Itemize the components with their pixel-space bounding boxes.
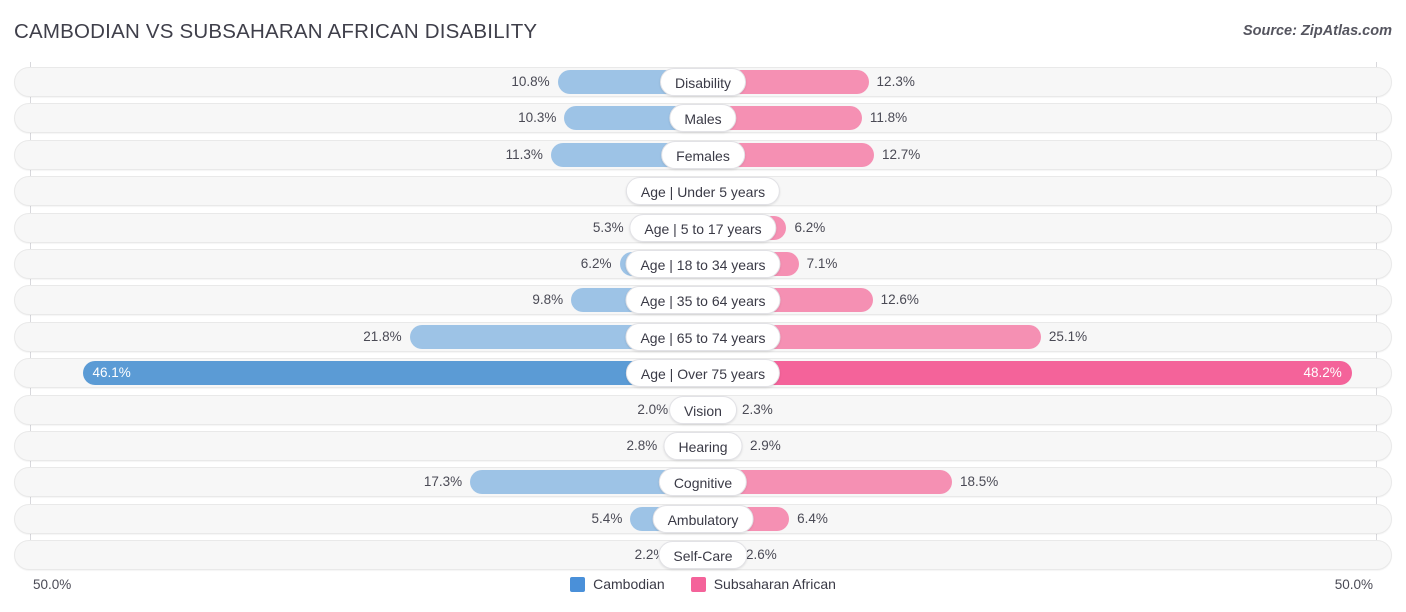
value-label-left: 10.3% [518, 110, 557, 126]
value-label-left: 11.3% [505, 146, 543, 162]
legend-label: Cambodian [593, 576, 665, 592]
value-label-left: 21.8% [363, 328, 402, 344]
chart-row: 2.0% 2.3% Vision [0, 394, 1406, 425]
legend-label: Subsaharan African [713, 576, 836, 592]
category-label-pill: Disability [659, 68, 747, 96]
value-label-right: 12.7% [881, 146, 921, 162]
value-label-right: 48.2% [1303, 365, 1342, 381]
chart-row: 11.3% 12.7% Females [0, 139, 1406, 170]
chart-row: 1.2%1.3%Age | Under 5 years [0, 176, 1406, 207]
chart-footer: 50.0% 50.0% Cambodian Subsaharan African [0, 567, 1406, 612]
value-label-right: 2.9% [750, 437, 781, 453]
category-label-pill: Age | Under 5 years [625, 177, 781, 206]
chart-rows: 10.8% 12.3% Disability 10.3% 11.8% Males 11.3%… [0, 67, 1406, 576]
value-label-left: 2.0% [637, 401, 669, 417]
value-label-right: 12.6% [880, 292, 919, 308]
chart-legend: Cambodian Subsaharan African [0, 576, 1406, 592]
value-label-left: 9.8% [532, 292, 564, 308]
value-label-left: 5.4% [591, 510, 623, 526]
category-label-pill: Age | 5 to 17 years [629, 213, 777, 242]
value-label-right: 6.2% [794, 219, 826, 235]
chart-row: 10.8% 12.3% Disability [0, 67, 1406, 97]
value-label-right: 25.1% [1048, 328, 1088, 344]
chart-plot-area: 10.8% 12.3% Disability 10.3% 11.8% Males 11.3%… [0, 62, 1406, 571]
category-label-pill: Vision [669, 395, 737, 424]
chart-row: 2.8% 2.9% Hearing [0, 430, 1406, 461]
value-label-right: 11.8% [869, 110, 908, 126]
value-label-left: 46.1% [92, 365, 131, 381]
page-title: CAMBODIAN VS SUBSAHARAN AFRICAN DISABILI… [14, 20, 538, 43]
category-label-pill: Age | 35 to 64 years [625, 286, 781, 315]
category-label-pill: Hearing [663, 431, 743, 460]
chart-row: 5.3% 6.2% Age | 5 to 17 years [0, 212, 1406, 243]
category-label-pill: Age | 65 to 74 years [625, 322, 781, 351]
value-label-right: 6.4% [797, 510, 828, 526]
square-swatch-icon [570, 576, 586, 592]
chart-row: 5.4% 6.4% Ambulatory [0, 503, 1406, 534]
value-label-left: 6.2% [580, 255, 612, 271]
value-label-left: 17.3% [423, 474, 463, 490]
value-label-right: 12.3% [876, 74, 915, 89]
chart-row: 6.2% 7.1% Age | 18 to 34 years [0, 248, 1406, 279]
bar-cambodian [82, 361, 703, 386]
value-label-right: 2.6% [745, 547, 777, 563]
legend-item[interactable]: Cambodian [570, 576, 665, 592]
category-label-pill: Self-Care [658, 541, 748, 570]
legend-item[interactable]: Subsaharan African [690, 576, 836, 592]
category-label-pill: Age | Over 75 years [625, 359, 781, 388]
bar-subsaharan-african [703, 361, 1352, 386]
value-label-right: 18.5% [960, 474, 999, 490]
chart-row: 17.3% 18.5% Cognitive [0, 467, 1406, 498]
value-label-right: 7.1% [806, 255, 838, 271]
source-attribution: Source: ZipAtlas.com [1242, 23, 1392, 39]
chart-row: 2.2% 2.6% Self-Care [0, 540, 1406, 571]
chart-row: 46.1% 48.2% Age | Over 75 years [0, 358, 1406, 389]
chart-header: CAMBODIAN VS SUBSAHARAN AFRICAN DISABILI… [0, 0, 1406, 62]
chart-row: 9.8% 12.6% Age | 35 to 64 years [0, 285, 1406, 316]
chart-row: 10.3% 11.8% Males [0, 103, 1406, 134]
category-label-pill: Ambulatory [652, 504, 754, 533]
value-label-left: 10.8% [511, 74, 550, 89]
value-label-right: 2.3% [741, 401, 773, 417]
square-swatch-icon [690, 576, 706, 592]
chart-row: 21.8% 25.1% Age | 65 to 74 years [0, 321, 1406, 352]
value-label-left: 2.8% [626, 437, 658, 453]
category-label-pill: Males [669, 104, 737, 133]
category-label-pill: Females [661, 140, 745, 169]
category-label-pill: Cognitive [658, 468, 748, 497]
value-label-left: 5.3% [592, 219, 624, 235]
category-label-pill: Age | 18 to 34 years [625, 249, 781, 278]
